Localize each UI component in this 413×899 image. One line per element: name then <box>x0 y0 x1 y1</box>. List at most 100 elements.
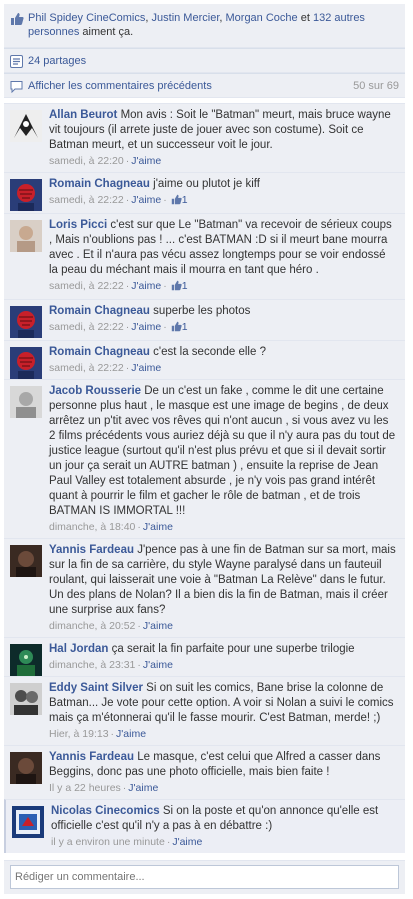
comment-input[interactable] <box>10 865 399 889</box>
comment-body: Yannis Fardeau J'pence pas à une fin de … <box>49 543 397 618</box>
liker-link[interactable]: Phil Spidey CineComics <box>28 12 145 24</box>
avatar[interactable] <box>10 644 42 676</box>
comment-timestamp[interactable]: dimanche, à 18:40 <box>49 521 135 533</box>
likes-and: et <box>297 12 313 24</box>
avatar[interactable] <box>10 110 42 142</box>
comment-timestamp[interactable]: samedi, à 22:22 <box>49 321 124 333</box>
comment-body: Loris Picci c'est sur que Le "Batman" va… <box>49 218 397 278</box>
comment-timestamp[interactable]: samedi, à 22:20 <box>49 155 124 167</box>
like-comment-link[interactable]: J'aime <box>131 321 161 333</box>
meta-separator: · <box>163 280 167 292</box>
comment-author-link[interactable]: Eddy Saint Silver <box>49 682 143 694</box>
liker-link[interactable]: Justin Mercier <box>152 12 220 24</box>
comment-text: j'aime ou plutot je kiff <box>153 178 260 190</box>
shares-row[interactable]: 24 partages <box>4 48 405 73</box>
comment-item: Loris Picci c'est sur que Le "Batman" va… <box>4 213 405 299</box>
comment-item: Nicolas Cinecomics Si on la poste et qu'… <box>4 799 405 853</box>
avatar[interactable] <box>10 347 42 379</box>
like-comment-link[interactable]: J'aime <box>131 194 161 206</box>
like-comment-link[interactable]: J'aime <box>128 782 158 794</box>
comment-author-link[interactable]: Allan Beurot <box>49 109 117 121</box>
thumbs-up-icon <box>171 194 182 209</box>
comment-like-count[interactable]: 1 <box>182 194 188 206</box>
avatar[interactable] <box>10 220 42 252</box>
comment-body: Yannis Fardeau Le masque, c'est celui qu… <box>49 750 397 780</box>
shares-link[interactable]: 24 partages <box>28 55 86 67</box>
avatar[interactable] <box>10 752 42 784</box>
comment-meta: samedi, à 22:22 · J'aime <box>49 361 397 375</box>
comment-meta: Il y a 22 heures · J'aime <box>49 781 397 795</box>
reply-box <box>4 860 405 894</box>
comment-like-count[interactable]: 1 <box>182 280 188 292</box>
comment-author-link[interactable]: Yannis Fardeau <box>49 544 134 556</box>
previous-comments-row[interactable]: Afficher les commentaires précédents 50 … <box>4 73 405 98</box>
likes-suffix: aiment ça. <box>79 26 134 38</box>
meta-separator: · <box>163 321 167 333</box>
avatar[interactable] <box>10 179 42 211</box>
thumbs-up-icon <box>171 321 182 336</box>
comment-timestamp[interactable]: dimanche, à 20:52 <box>49 620 135 632</box>
comment-item: Jacob Rousserie De un c'est un fake , co… <box>4 379 405 538</box>
comment-text: c'est la seconde elle ? <box>153 346 266 358</box>
comment-meta: dimanche, à 23:31 · J'aime <box>49 658 397 672</box>
like-comment-link[interactable]: J'aime <box>143 659 173 671</box>
comment-like-count[interactable]: 1 <box>182 321 188 333</box>
comment-body: Hal Jordan ça serait la fin parfaite pou… <box>49 642 397 657</box>
like-comment-link[interactable]: J'aime <box>143 620 173 632</box>
like-comment-link[interactable]: J'aime <box>131 155 161 167</box>
comment-timestamp[interactable]: samedi, à 22:22 <box>49 280 124 292</box>
meta-separator: · <box>166 836 171 848</box>
comment-body: Romain Chagneau superbe les photos <box>49 304 397 319</box>
avatar[interactable] <box>12 806 44 838</box>
thumbs-up-icon <box>171 280 182 295</box>
meta-separator: · <box>110 728 115 740</box>
comment-author-link[interactable]: Loris Picci <box>49 219 107 231</box>
comment-text: superbe les photos <box>153 305 251 317</box>
liker-link[interactable]: Morgan Coche <box>226 12 298 24</box>
comment-body: Romain Chagneau j'aime ou plutot je kiff <box>49 177 397 192</box>
comment-meta: dimanche, à 18:40 · J'aime <box>49 520 397 534</box>
comment-text: De un c'est un fake , comme le dit une c… <box>49 385 396 517</box>
comment-author-link[interactable]: Jacob Rousserie <box>49 385 141 397</box>
like-comment-link[interactable]: J'aime <box>116 728 146 740</box>
thumbs-up-icon <box>10 12 24 30</box>
comment-author-link[interactable]: Romain Chagneau <box>49 178 150 190</box>
meta-separator: · <box>125 155 130 167</box>
show-previous-comments-link[interactable]: Afficher les commentaires précédents <box>28 80 212 92</box>
comment-timestamp[interactable]: Il y a 22 heures <box>49 782 121 794</box>
avatar[interactable] <box>10 683 42 715</box>
like-comment-link[interactable]: J'aime <box>172 836 202 848</box>
comment-author-link[interactable]: Hal Jordan <box>49 643 108 655</box>
meta-separator: · <box>137 659 141 671</box>
comment-timestamp[interactable]: il y a environ une minute <box>51 836 165 848</box>
avatar[interactable] <box>10 306 42 338</box>
comment-list: Allan Beurot Mon avis : Soit le "Batman"… <box>4 103 405 853</box>
avatar[interactable] <box>10 545 42 577</box>
comment-item: Hal Jordan ça serait la fin parfaite pou… <box>4 637 405 676</box>
comment-item: Romain Chagneau c'est la seconde elle ? s… <box>4 340 405 379</box>
like-comment-link[interactable]: J'aime <box>143 521 173 533</box>
comment-item: Yannis Fardeau Le masque, c'est celui qu… <box>4 745 405 799</box>
comment-count: 50 sur 69 <box>353 80 399 92</box>
comment-meta: samedi, à 22:22 · J'aime · 1 <box>49 193 397 209</box>
comment-body: Jacob Rousserie De un c'est un fake , co… <box>49 384 397 519</box>
comment-timestamp[interactable]: samedi, à 22:22 <box>49 194 124 206</box>
comments-panel: Phil Spidey CineComics, Justin Mercier, … <box>4 4 405 853</box>
likes-summary: Phil Spidey CineComics, Justin Mercier, … <box>4 4 405 48</box>
comment-author-link[interactable]: Nicolas Cinecomics <box>51 805 160 817</box>
meta-separator: · <box>122 782 127 794</box>
avatar[interactable] <box>10 386 42 418</box>
comment-timestamp[interactable]: Hier, à 19:13 <box>49 728 109 740</box>
like-comment-link[interactable]: J'aime <box>131 362 161 374</box>
comment-author-link[interactable]: Romain Chagneau <box>49 305 150 317</box>
comment-author-link[interactable]: Romain Chagneau <box>49 346 150 358</box>
meta-separator: · <box>125 321 130 333</box>
comment-timestamp[interactable]: samedi, à 22:22 <box>49 362 124 374</box>
meta-separator: · <box>125 280 130 292</box>
comment-item: Romain Chagneau j'aime ou plutot je kiff… <box>4 172 405 213</box>
like-comment-link[interactable]: J'aime <box>131 280 161 292</box>
share-icon <box>10 55 23 71</box>
comment-author-link[interactable]: Yannis Fardeau <box>49 751 134 763</box>
comment-timestamp[interactable]: dimanche, à 23:31 <box>49 659 135 671</box>
meta-separator: · <box>125 194 130 206</box>
